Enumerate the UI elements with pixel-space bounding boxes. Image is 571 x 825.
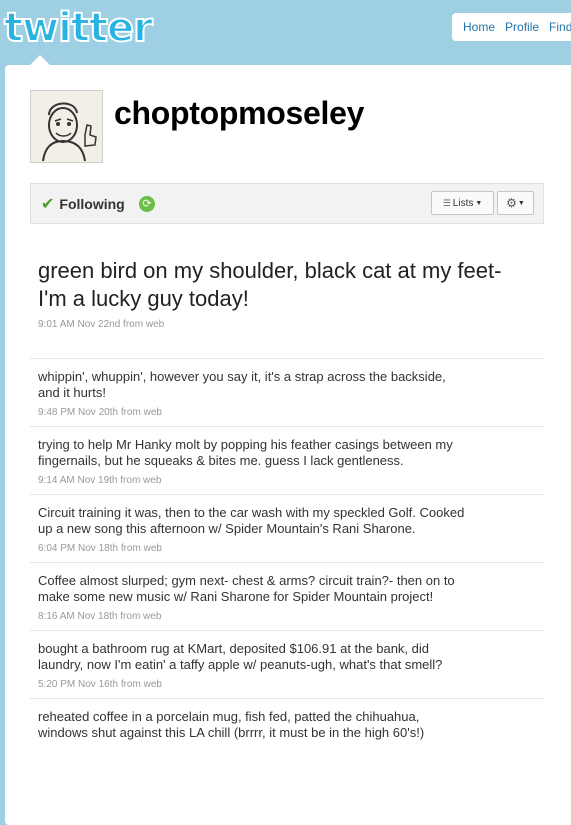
nav-home-link[interactable]: Home xyxy=(463,20,495,34)
featured-tweet: green bird on my shoulder, black cat at … xyxy=(38,257,508,330)
profile-username: choptopmoseley xyxy=(114,95,365,131)
tweet-text: Coffee almost slurped; gym next- chest &… xyxy=(38,573,455,604)
profile-panel: choptopmoseley ✔ Following ⟳ ☰ Lists ▼ ⚙… xyxy=(5,65,571,825)
gear-icon: ⚙ xyxy=(506,196,517,210)
tweet-text: trying to help Mr Hanky molt by popping … xyxy=(38,437,453,468)
lists-button[interactable]: ☰ Lists ▼ xyxy=(431,191,494,215)
following-status[interactable]: ✔ Following xyxy=(41,194,125,214)
featured-tweet-meta[interactable]: 9:01 AM Nov 22nd from web xyxy=(38,319,508,330)
tweet-item: trying to help Mr Hanky molt by popping … xyxy=(30,426,544,494)
action-bar: ✔ Following ⟳ ☰ Lists ▼ ⚙ ▼ xyxy=(30,183,544,224)
tweet-meta[interactable]: 6:04 PM Nov 18th from web xyxy=(38,543,536,554)
profile-avatar[interactable] xyxy=(30,90,103,163)
avatar-sketch-icon xyxy=(31,91,102,162)
tweet-item: reheated coffee in a porcelain mug, fish… xyxy=(30,698,544,755)
lists-button-label: Lists xyxy=(452,197,474,209)
tweet-timeline: whippin', whuppin', however you say it, … xyxy=(30,358,544,755)
list-icon: ☰ xyxy=(442,197,451,208)
featured-tweet-text: green bird on my shoulder, black cat at … xyxy=(38,258,502,311)
tweet-meta[interactable]: 8:16 AM Nov 18th from web xyxy=(38,611,536,622)
tweet-meta[interactable]: 9:48 PM Nov 20th from web xyxy=(38,407,536,418)
chevron-down-icon: ▼ xyxy=(517,199,525,207)
twitter-logo[interactable]: twitter xyxy=(3,5,154,51)
tweet-text: whippin', whuppin', however you say it, … xyxy=(38,369,446,400)
tweet-text: Circuit training it was, then to the car… xyxy=(38,505,465,536)
tweet-meta[interactable]: 5:20 PM Nov 16th from web xyxy=(38,679,536,690)
check-icon: ✔ xyxy=(41,196,55,213)
chevron-down-icon: ▼ xyxy=(475,199,483,207)
tweet-item: whippin', whuppin', however you say it, … xyxy=(30,358,544,426)
tweet-meta[interactable]: 9:14 AM Nov 19th from web xyxy=(38,475,536,486)
nav-profile-link[interactable]: Profile xyxy=(505,20,539,34)
following-label: Following xyxy=(59,196,125,212)
tweet-item: bought a bathroom rug at KMart, deposite… xyxy=(30,630,544,698)
nav-find-link[interactable]: Find xyxy=(549,20,571,34)
panel-pointer xyxy=(30,55,50,65)
settings-menu-button[interactable]: ⚙ ▼ xyxy=(497,191,534,215)
tweet-text: bought a bathroom rug at KMart, deposite… xyxy=(38,641,443,672)
tweet-item: Circuit training it was, then to the car… xyxy=(30,494,544,562)
top-nav: Home Profile Find xyxy=(452,13,571,41)
tweet-item: Coffee almost slurped; gym next- chest &… xyxy=(30,562,544,630)
tweet-text: reheated coffee in a porcelain mug, fish… xyxy=(38,709,425,740)
device-updates-icon[interactable]: ⟳ xyxy=(139,196,155,212)
